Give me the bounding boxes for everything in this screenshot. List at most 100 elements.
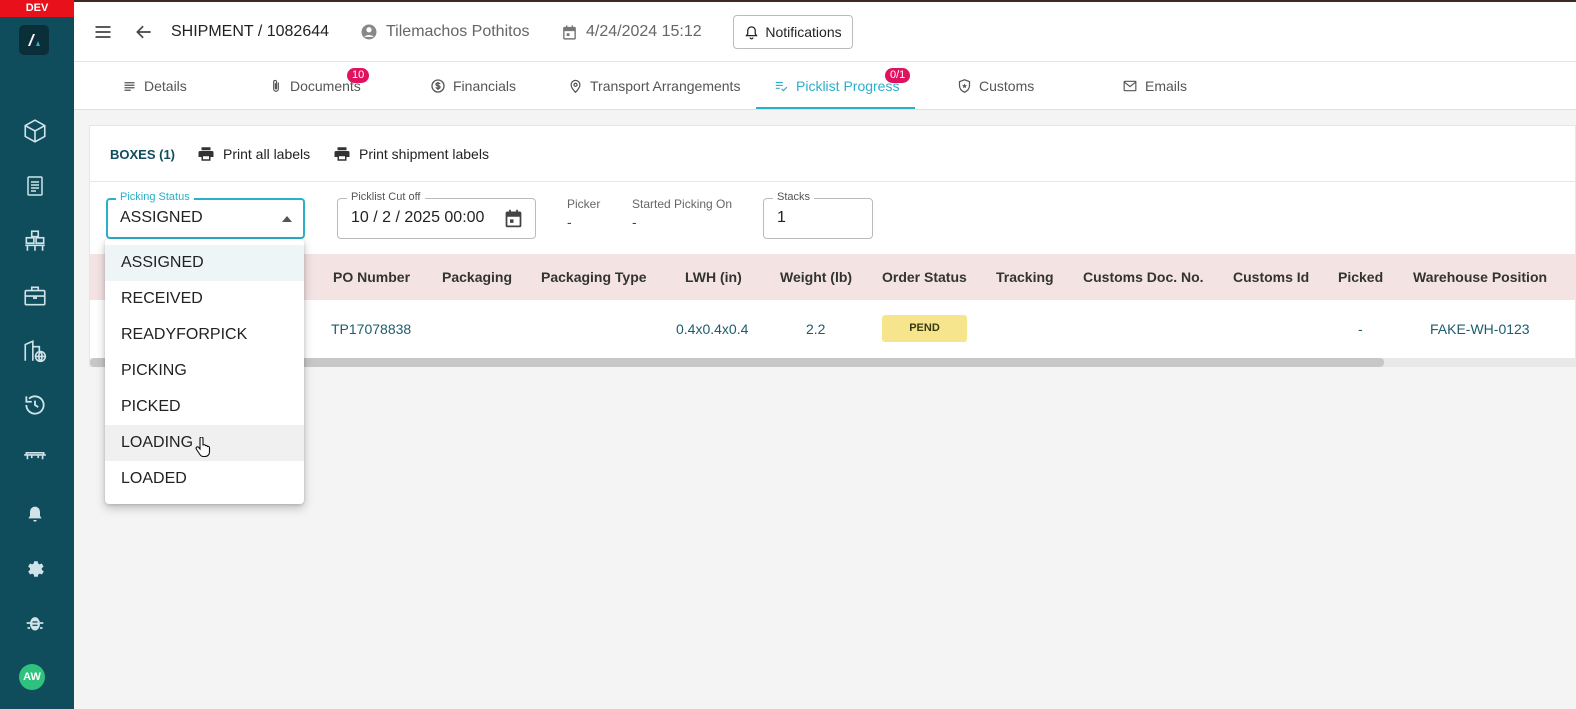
sidebar: DEV AW [0,0,74,709]
option-readyforpick[interactable]: READYFORPICK [105,317,304,353]
env-badge: DEV [0,0,74,17]
app-logo-icon[interactable] [19,25,49,55]
tab-emails[interactable]: Emails [1122,62,1187,110]
printer-icon [198,147,214,161]
shield-star-icon [958,79,971,93]
picking-status-select[interactable]: Picking Status ASSIGNED [106,191,305,239]
lwh-cell: 0.4x0.4x0.4 [676,321,749,337]
weight-cell: 2.2 [806,321,826,337]
print-all-labels-label: Print all labels [223,146,311,162]
column-header[interactable]: PO Number [333,254,410,300]
cutoff-value: 10 / 2 / 2025 00:00 [351,209,485,226]
notifications-button[interactable]: Notifications [733,15,853,49]
document-icon[interactable] [19,170,51,202]
tab-label: Emails [1145,78,1188,94]
user-avatar[interactable]: AW [19,664,45,690]
print-shipment-labels-button[interactable]: Print shipment labels [333,143,489,165]
shipment-title: SHIPMENT / 1082644 [171,23,330,40]
tab-label: Picklist Progress [796,78,900,94]
column-header[interactable]: Packaging [442,254,512,300]
column-header[interactable]: Warehouse Position [1413,254,1547,300]
column-header[interactable]: LWH (in) [685,254,742,300]
tab-label: Transport Arrangements [590,78,741,94]
loading-dock-icon[interactable] [19,440,51,472]
top-bar: SHIPMENT / 1082644 Tilemachos Pothitos 4… [74,0,1576,62]
print-all-labels-button[interactable]: Print all labels [197,143,310,165]
tab-documents[interactable]: Documents [269,62,361,110]
box-icon[interactable] [19,115,51,147]
cutoff-label: Picklist Cut off [347,191,425,203]
tab-label: Customs [979,78,1035,94]
tab-customs[interactable]: Customs [957,62,1034,110]
picker-label: Picker [567,197,601,211]
bell-icon[interactable] [19,499,51,531]
location-pin-icon [570,79,581,94]
column-header[interactable]: Weight (lb) [780,254,852,300]
horizontal-scrollbar[interactable] [90,358,1576,367]
shipment-date: 4/24/2024 15:12 [561,2,702,62]
boxes-count[interactable]: BOXES (1) [110,147,175,162]
calendar-icon [505,209,522,228]
picked-cell: - [1358,321,1363,337]
column-header[interactable]: Customs Doc. No. [1083,254,1204,300]
picklist-card: BOXES (1) Print all labels Print shipmen… [89,125,1576,367]
tab-bar: Details Documents 10 Financials Transpor… [74,62,1576,110]
hand-cursor-icon [195,437,211,457]
gear-icon[interactable] [19,553,51,585]
table-row[interactable]: TP17078838 0.4x0.4x0.4 2.2 PEND - FAKE-W… [90,300,1576,358]
column-header[interactable]: Customs Id [1233,254,1309,300]
global-building-icon[interactable] [19,335,51,367]
boxes-table-header: PO Number Packaging Packaging Type LWH (… [90,254,1576,300]
notifications-label: Notifications [765,24,842,40]
picker-value: - [567,214,572,230]
warehouse-position-cell[interactable]: FAKE-WH-0123 [1430,300,1530,358]
menu-icon[interactable] [93,2,113,62]
po-number-cell[interactable]: TP17078838 [331,300,411,358]
caret-up-icon [282,216,292,222]
started-picking-value: - [632,214,637,230]
briefcase-icon[interactable] [19,280,51,312]
option-loaded[interactable]: LOADED [105,461,304,497]
tab-details[interactable]: Details [122,62,187,110]
bug-icon[interactable] [19,607,51,639]
lines-icon [124,81,135,91]
tab-picklist-progress[interactable]: Picklist Progress [773,62,899,110]
column-header[interactable]: Picked [1338,254,1383,300]
active-tab-indicator [756,107,915,109]
owner-name: Tilemachos Pothitos [386,23,530,40]
warehouse-icon[interactable] [19,225,51,257]
picking-status-label: Picking Status [116,191,194,203]
card-header: BOXES (1) Print all labels Print shipmen… [90,126,1576,182]
envelope-icon [1123,80,1137,92]
option-picked[interactable]: PICKED [105,389,304,425]
column-header[interactable]: Tracking [996,254,1054,300]
option-received[interactable]: RECEIVED [105,281,304,317]
picklist-cutoff-field[interactable]: Picklist Cut off 10 / 2 / 2025 00:00 [337,191,536,239]
order-status-badge: PEND [882,315,967,342]
column-header[interactable]: Order Status [882,254,967,300]
column-header[interactable]: Packaging Type [541,254,647,300]
tab-label: Financials [453,78,517,94]
stacks-input[interactable]: Stacks 1 [763,191,873,239]
dollar-circle-icon [431,79,445,93]
stacks-label: Stacks [773,191,815,203]
picking-status-value: ASSIGNED [120,209,203,226]
checklist-icon [775,81,788,92]
person-icon [361,24,377,40]
started-picking-label: Started Picking On [632,197,733,211]
picklist-count-badge: 0/1 [885,68,911,83]
paperclip-icon [273,79,279,92]
datetime-text: 4/24/2024 15:12 [586,23,702,40]
option-picking[interactable]: PICKING [105,353,304,389]
print-shipment-labels-label: Print shipment labels [359,146,489,162]
back-arrow-icon[interactable] [134,2,154,62]
tab-label: Details [144,78,187,94]
history-icon[interactable] [19,389,51,421]
picking-status-dropdown: ASSIGNED RECEIVED READYFORPICK PICKING P… [105,239,304,504]
tab-financials[interactable]: Financials [430,62,516,110]
option-assigned[interactable]: ASSIGNED [105,245,304,281]
printer-icon [334,147,350,161]
calendar-icon [563,24,576,40]
owner: Tilemachos Pothitos [360,2,529,62]
tab-transport-arrangements[interactable]: Transport Arrangements [568,62,740,110]
